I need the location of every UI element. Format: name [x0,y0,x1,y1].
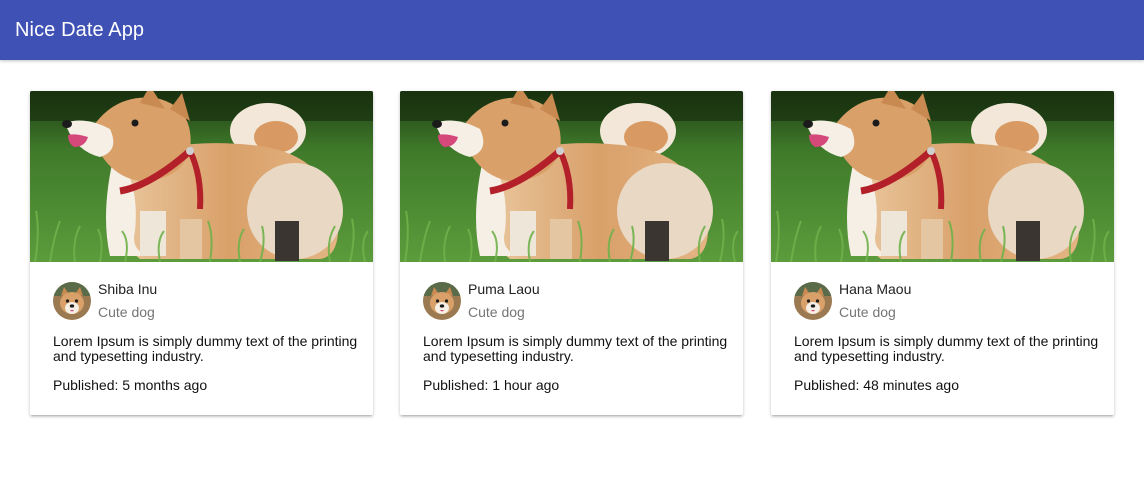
card-subtitle: Cute dog [839,304,896,320]
card-header-text: Puma Laou Cute dog [468,280,540,321]
app-toolbar: Nice Date App [0,0,1144,60]
dog-card: Hana Maou Cute dog Lorem Ipsum is simply… [771,91,1114,415]
card-published: Published: 5 months ago [53,377,208,393]
avatar [423,282,461,320]
dog-photo [771,91,1114,262]
card-title: Puma Laou [468,281,540,297]
card-header: Puma Laou Cute dog [423,280,540,321]
card-header: Hana Maou Cute dog [794,280,911,321]
card-published: Published: 1 hour ago [423,377,560,393]
card-header-text: Hana Maou Cute dog [839,280,911,321]
card-description: Lorem Ipsum is simply dummy text of the … [423,333,728,364]
card-header-text: Shiba Inu Cute dog [98,280,157,321]
avatar [794,282,832,320]
dog-photo [400,91,743,262]
card-description: Lorem Ipsum is simply dummy text of the … [53,333,358,364]
card-description: Lorem Ipsum is simply dummy text of the … [794,333,1099,364]
avatar [53,282,91,320]
card-header: Shiba Inu Cute dog [53,280,157,321]
card-title: Shiba Inu [98,281,158,297]
card-published: Published: 48 minutes ago [794,377,959,393]
card-title: Hana Maou [839,281,912,297]
dog-card: Puma Laou Cute dog Lorem Ipsum is simply… [400,91,743,415]
dog-card: Shiba Inu Cute dog Lorem Ipsum is simply… [30,91,373,415]
app-title: Nice Date App [15,18,145,41]
card-subtitle: Cute dog [98,304,155,320]
card-subtitle: Cute dog [468,304,525,320]
dog-photo [30,91,373,262]
